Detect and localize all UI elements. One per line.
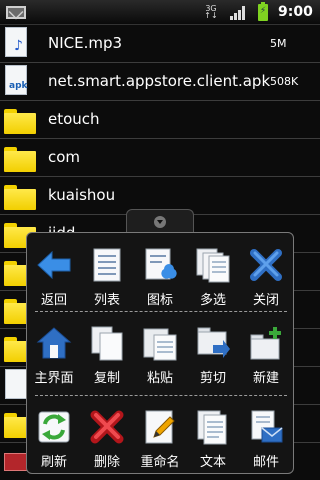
action-menu: 返回 列表 图标 多选 关闭 主界面 复制 粘贴 剪切 新建 刷新 删除 重命名… bbox=[26, 232, 294, 474]
list-item[interactable]: etouch bbox=[0, 101, 320, 139]
clock: 9:00 bbox=[278, 4, 313, 20]
icon-view-button[interactable]: 图标 bbox=[135, 241, 185, 309]
cut-button[interactable]: 剪切 bbox=[188, 319, 238, 387]
close-icon bbox=[250, 249, 282, 281]
file-name: net.smart.appstore.client.apk bbox=[48, 72, 271, 90]
copy-button[interactable]: 复制 bbox=[82, 319, 132, 387]
file-name: NICE.mp3 bbox=[48, 34, 123, 52]
multi-select-button[interactable]: 多选 bbox=[188, 241, 238, 309]
rename-icon bbox=[145, 410, 175, 444]
new-button[interactable]: 新建 bbox=[241, 319, 291, 387]
home-button[interactable]: 主界面 bbox=[29, 319, 79, 387]
mail-icon bbox=[6, 6, 26, 19]
refresh-icon bbox=[38, 411, 70, 443]
icon-view-icon bbox=[145, 248, 177, 280]
copy-icon bbox=[91, 326, 123, 361]
mail-button[interactable]: 邮件 bbox=[241, 403, 291, 471]
file-name: com bbox=[48, 148, 81, 166]
folder-icon bbox=[4, 185, 36, 211]
apk-file-icon: apk bbox=[5, 65, 28, 95]
file-name: kuaishou bbox=[48, 186, 116, 204]
battery-charging-icon bbox=[258, 2, 268, 21]
paste-icon bbox=[143, 328, 177, 361]
divider bbox=[35, 395, 287, 396]
list-item[interactable]: com bbox=[0, 139, 320, 177]
delete-icon bbox=[90, 410, 124, 444]
mail-icon bbox=[251, 410, 283, 443]
back-button[interactable]: 返回 bbox=[29, 241, 79, 309]
cut-icon bbox=[197, 327, 230, 358]
rename-button[interactable]: 重命名 bbox=[135, 403, 185, 471]
delete-button[interactable]: 删除 bbox=[82, 403, 132, 471]
folder-icon bbox=[4, 109, 36, 135]
file-size: 5M bbox=[270, 37, 287, 50]
signal-icon bbox=[230, 5, 248, 20]
divider bbox=[35, 311, 287, 312]
refresh-button[interactable]: 刷新 bbox=[29, 403, 79, 471]
paste-button[interactable]: 粘贴 bbox=[135, 319, 185, 387]
menu-collapse-handle[interactable] bbox=[126, 209, 194, 233]
back-arrow-icon bbox=[37, 250, 71, 280]
close-button[interactable]: 关闭 bbox=[241, 241, 291, 309]
list-item[interactable]: ♪ NICE.mp3 5M bbox=[0, 25, 320, 63]
new-folder-icon bbox=[250, 327, 281, 360]
file-size: 508K bbox=[270, 75, 299, 88]
home-icon bbox=[36, 327, 72, 359]
list-icon bbox=[93, 248, 121, 282]
chevron-down-icon bbox=[154, 216, 166, 228]
file-name: etouch bbox=[48, 110, 100, 128]
audio-file-icon: ♪ bbox=[5, 27, 27, 57]
text-button[interactable]: 文本 bbox=[188, 403, 238, 471]
status-bar: 3G↑↓ 9:00 bbox=[0, 0, 320, 25]
list-item[interactable]: apk net.smart.appstore.client.apk 508K bbox=[0, 63, 320, 101]
network-3g-icon: 3G ↑↓ bbox=[204, 4, 218, 20]
multi-select-icon bbox=[196, 248, 230, 283]
list-view-button[interactable]: 列表 bbox=[82, 241, 132, 309]
text-icon bbox=[197, 410, 227, 445]
folder-icon bbox=[4, 147, 36, 173]
